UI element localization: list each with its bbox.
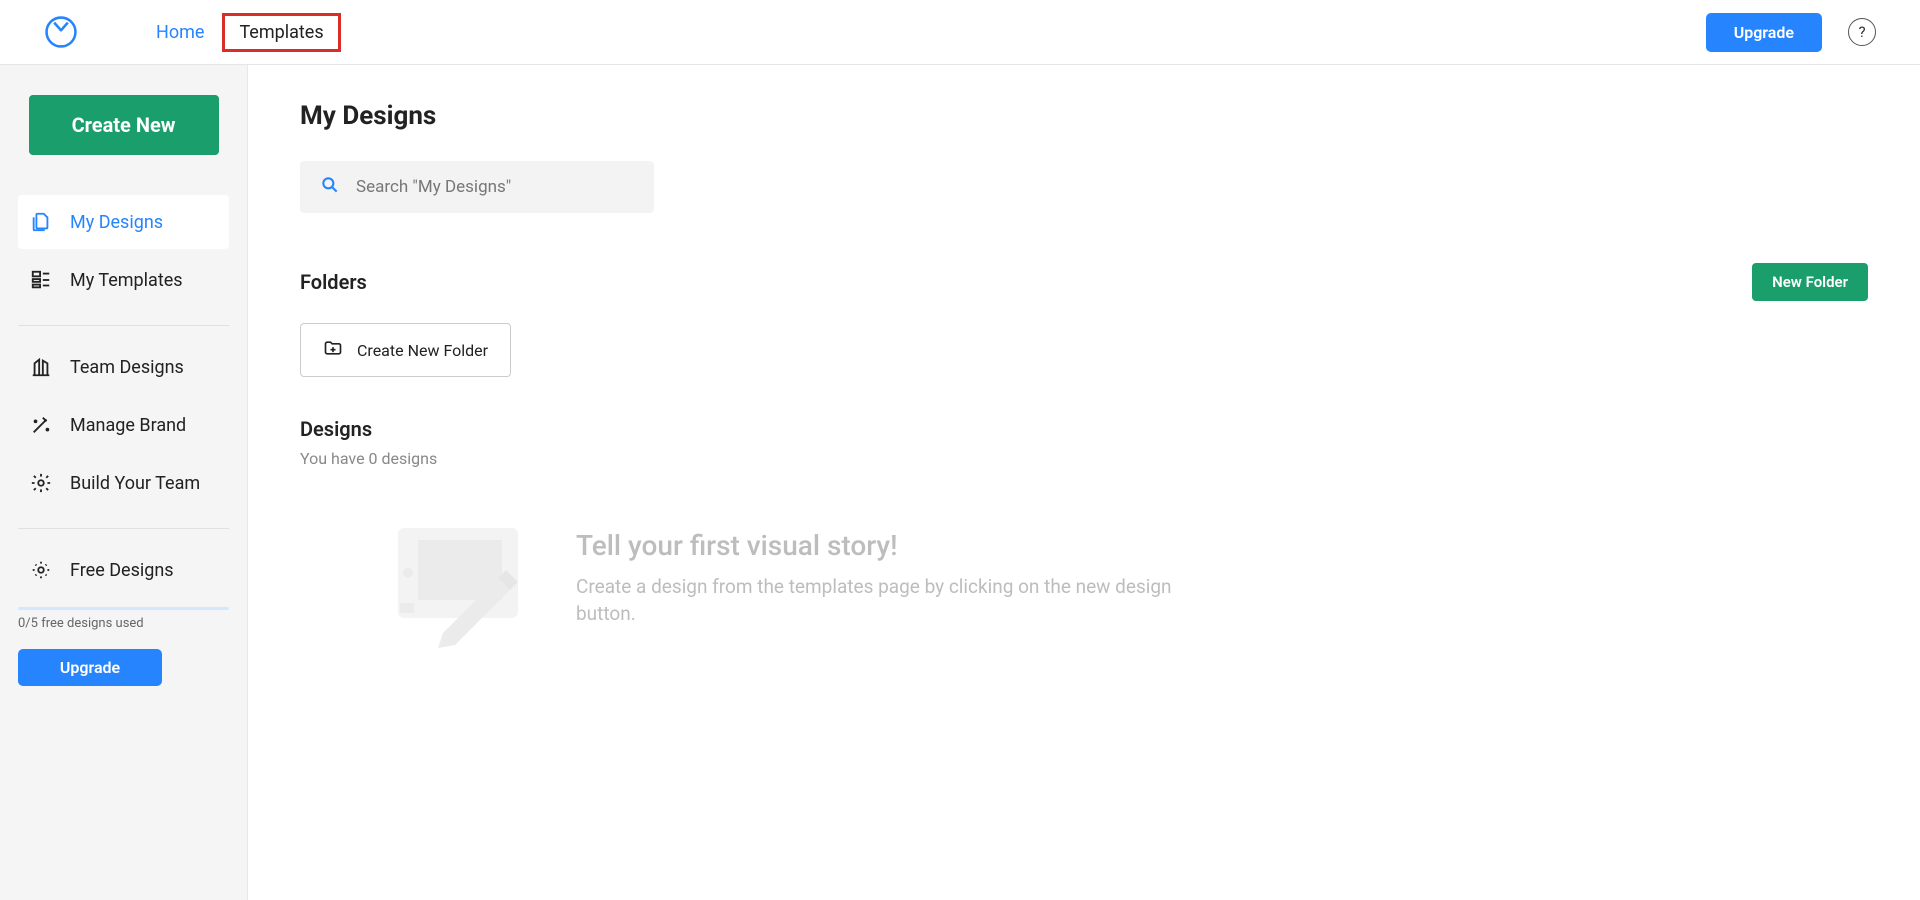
create-new-folder-label: Create New Folder bbox=[357, 341, 488, 360]
sidebar-item-my-templates[interactable]: My Templates bbox=[18, 253, 229, 307]
page-title: My Designs bbox=[300, 101, 1868, 131]
sun-icon bbox=[30, 559, 52, 581]
empty-body: Create a design from the templates page … bbox=[576, 574, 1176, 627]
main-content: My Designs Folders New Folder bbox=[248, 65, 1920, 900]
gear-icon bbox=[30, 472, 52, 494]
free-designs-progress bbox=[18, 607, 229, 610]
sidebar-item-my-designs[interactable]: My Designs bbox=[18, 195, 229, 249]
main-header: Home Templates Upgrade ? bbox=[0, 0, 1920, 65]
empty-illustration bbox=[388, 508, 528, 648]
folders-heading: Folders bbox=[300, 270, 367, 294]
folder-plus-icon bbox=[323, 338, 343, 362]
sidebar-item-label: Manage Brand bbox=[70, 415, 186, 436]
sidebar-divider bbox=[18, 325, 229, 326]
wand-icon bbox=[30, 414, 52, 436]
templates-icon bbox=[30, 269, 52, 291]
new-folder-button[interactable]: New Folder bbox=[1752, 263, 1868, 301]
sidebar-item-free-designs[interactable]: Free Designs bbox=[18, 543, 229, 597]
designs-heading: Designs bbox=[300, 417, 1868, 441]
sidebar-item-team-designs[interactable]: Team Designs bbox=[18, 340, 229, 394]
sidebar-item-manage-brand[interactable]: Manage Brand bbox=[18, 398, 229, 452]
empty-heading: Tell your first visual story! bbox=[576, 529, 1176, 562]
sidebar-item-label: My Templates bbox=[70, 270, 183, 291]
header-upgrade-button[interactable]: Upgrade bbox=[1706, 13, 1822, 52]
sidebar-item-label: My Designs bbox=[70, 212, 163, 233]
nav-home[interactable]: Home bbox=[138, 14, 222, 51]
sidebar: Create New My Designs bbox=[0, 65, 248, 900]
clock-logo-icon bbox=[44, 15, 78, 49]
tablet-pencil-icon bbox=[388, 508, 528, 648]
free-designs-used-text: 0/5 free designs used bbox=[18, 616, 229, 631]
documents-icon bbox=[30, 211, 52, 233]
search-box[interactable] bbox=[300, 161, 654, 213]
app-logo[interactable] bbox=[44, 15, 78, 49]
sidebar-item-label: Build Your Team bbox=[70, 473, 200, 494]
empty-state: Tell your first visual story! Create a d… bbox=[388, 508, 1868, 648]
top-nav: Home Templates bbox=[138, 13, 341, 52]
sidebar-item-build-team[interactable]: Build Your Team bbox=[18, 456, 229, 510]
search-input[interactable] bbox=[356, 177, 634, 197]
sidebar-divider bbox=[18, 528, 229, 529]
search-icon bbox=[320, 175, 340, 199]
sidebar-item-label: Free Designs bbox=[70, 560, 174, 581]
help-button[interactable]: ? bbox=[1848, 18, 1876, 46]
create-new-folder-card[interactable]: Create New Folder bbox=[300, 323, 511, 377]
sidebar-item-label: Team Designs bbox=[70, 357, 184, 378]
sidebar-upgrade-button[interactable]: Upgrade bbox=[18, 649, 162, 686]
create-new-button[interactable]: Create New bbox=[29, 95, 219, 155]
designs-count-text: You have 0 designs bbox=[300, 449, 1868, 468]
building-icon bbox=[30, 356, 52, 378]
nav-templates[interactable]: Templates bbox=[222, 13, 340, 52]
